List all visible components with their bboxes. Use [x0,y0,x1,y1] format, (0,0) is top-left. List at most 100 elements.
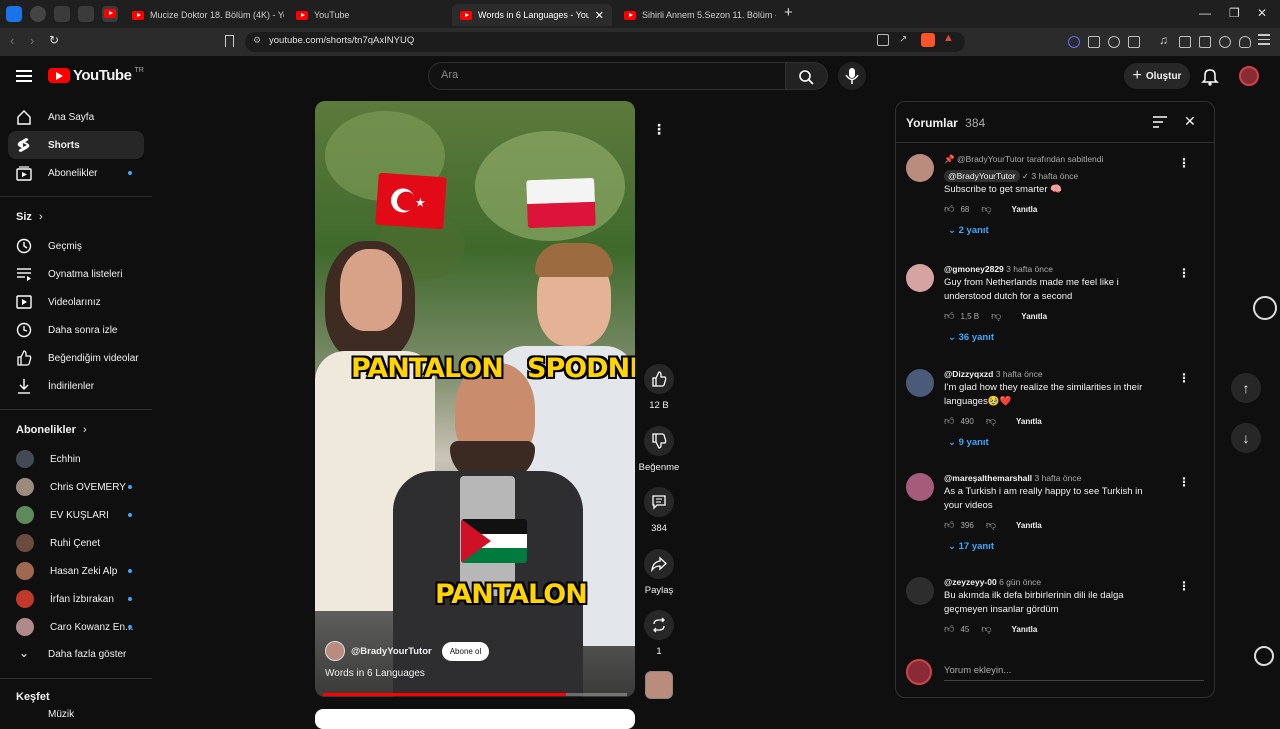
commenter-avatar[interactable] [906,473,934,501]
sidebar-item-history[interactable]: Geçmiş [8,232,144,260]
minimize-icon[interactable]: — [1199,6,1211,20]
url-field[interactable]: ⚙ youtube.com/shorts/tn7qAxINYUQ ↗ ▲ [245,32,965,52]
reply-button[interactable]: Yanıtla [1012,205,1038,214]
reply-button[interactable]: Yanıtla [1021,312,1047,321]
subscribe-button[interactable]: Abone ol [441,641,490,661]
comment-menu-button[interactable]: ⋮ [1178,579,1190,593]
pinned-youtube-tab-icon[interactable] [102,6,118,22]
media-icon[interactable]: ♫ [1159,33,1168,47]
previous-short-button[interactable]: ↑ [1231,373,1261,403]
sidebar-item-shorts[interactable]: Shorts [8,131,144,159]
youtube-logo[interactable]: YouTube TR [48,67,144,84]
view-replies-button[interactable]: ⌄ 36 yanıt [948,332,994,343]
sidebar-subscription-item[interactable]: Chris OVEMERY [8,473,144,501]
sidebar-show-more[interactable]: ⌄ Daha fazla göster [8,640,144,668]
commenter-avatar[interactable] [906,577,934,605]
comment-menu-button[interactable]: ⋮ [1178,156,1190,170]
sidebar-toggle-icon[interactable] [1179,36,1191,48]
pinned-tab-icon[interactable] [54,6,70,22]
sidebar-subscription-item[interactable]: EV KUŞLARI [8,501,144,529]
more-options-button[interactable]: ⋮ [644,114,674,144]
close-comments-icon[interactable]: ✕ [1184,113,1196,130]
brave-shields-icon[interactable] [921,33,935,47]
comment-author[interactable]: @BradyYourTutor [944,170,1020,182]
thumbs-down-icon[interactable]: 👎︎ [986,415,996,427]
notifications-button[interactable] [1200,66,1220,86]
bookmark-icon[interactable] [225,35,234,47]
channel-avatar[interactable] [325,641,345,661]
short-video-player[interactable]: ★ PANTALON SPODNIE PANTALON @BradyYourTu… [315,101,635,697]
remix-button[interactable] [644,610,674,640]
sidebar-subscription-item[interactable]: Echhin [8,445,144,473]
commenter-avatar[interactable] [906,264,934,292]
view-replies-button[interactable]: ⌄ 9 yanıt [948,437,989,448]
view-replies-button[interactable]: ⌄ 2 yanıt [948,225,989,236]
forward-icon[interactable]: › [30,33,34,48]
maximize-icon[interactable]: ❐ [1229,6,1240,20]
reload-icon[interactable]: ↻ [49,33,59,47]
share-icon[interactable]: ↗ [899,34,907,45]
sidebar-item-subscriptions[interactable]: Abonelikler [8,159,144,187]
account-avatar[interactable] [1239,66,1259,86]
thumbs-down-icon[interactable]: 👎︎ [981,203,991,215]
browser-tab[interactable]: YouTube [288,4,448,26]
comment-author[interactable]: @Dizzyqxzd [944,369,993,379]
subscriptions-section-heading[interactable]: Abonelikler › [16,424,87,436]
add-comment-input[interactable]: Yorum ekleyin... [944,665,1204,681]
pinned-tab-icon[interactable] [78,6,94,22]
share-button[interactable] [644,549,674,579]
guide-menu-icon[interactable] [16,68,32,84]
comment-time[interactable]: 3 hafta önce [996,369,1043,379]
shield-icon[interactable] [1239,36,1251,48]
channel-name[interactable]: @BradyYourTutor [351,646,432,657]
rewards-icon[interactable]: ▲ [943,32,954,44]
search-input[interactable]: Ara [428,62,786,90]
browser-app-icon[interactable] [6,6,22,22]
comment-author[interactable]: @zeyzeyy-00 [944,577,997,587]
next-short-button[interactable]: ↓ [1231,423,1261,453]
thumbs-down-icon[interactable]: 👎︎ [986,519,996,531]
close-tab-icon[interactable]: ✕ [595,9,604,22]
comment-menu-button[interactable]: ⋮ [1178,475,1190,489]
sidebar-item-liked-videos[interactable]: Beğendiğim videolar [8,344,144,372]
close-window-icon[interactable]: ✕ [1257,6,1267,20]
browser-tab[interactable]: Mucize Doktor 18. Bölüm (4K) - YouT [124,4,284,26]
sidebar-subscription-item[interactable]: Caro Kowanz En... [8,613,144,641]
comment-time[interactable]: 3 hafta önce [1006,264,1053,274]
thumbs-down-icon[interactable]: 👎︎ [981,623,991,635]
extension-icon[interactable] [1068,36,1080,48]
reply-button[interactable]: Yanıtla [1012,625,1038,634]
thumbs-up-icon[interactable]: 👍︎ [944,310,954,322]
sidebar-item-home[interactable]: Ana Sayfa [8,103,144,131]
thumbs-up-icon[interactable]: 👍︎ [944,203,954,215]
sound-thumbnail[interactable] [645,671,673,699]
browser-menu-icon[interactable] [1258,34,1270,45]
sidebar-item-watch-later[interactable]: Daha sonra izle [8,316,144,344]
install-app-icon[interactable] [877,34,889,46]
sidebar-item-music[interactable]: Müzik [8,709,144,725]
browser-tab-active[interactable]: Words in 6 Languages - YouT ✕ [452,4,612,26]
reply-button[interactable]: Yanıtla [1016,521,1042,530]
site-info-icon[interactable]: ⚙ [253,35,261,46]
comment-time[interactable]: 3 hafta önce [1035,473,1082,483]
create-button[interactable]: + Oluştur [1124,63,1190,89]
comment-time[interactable]: 3 hafta önce [1031,171,1078,181]
vpn-icon[interactable] [1219,36,1231,48]
sidebar-subscription-item[interactable]: Ruhi Çenet [8,529,144,557]
thumbs-up-icon[interactable]: 👍︎ [944,623,954,635]
new-tab-icon[interactable]: + [784,4,793,21]
zoom-lens-icon[interactable] [1254,646,1274,666]
comment-menu-button[interactable]: ⋮ [1178,371,1190,385]
extensions-puzzle-icon[interactable] [1108,36,1120,48]
you-section-heading[interactable]: Siz › [16,211,43,223]
back-icon[interactable]: ‹ [10,33,14,48]
comments-button[interactable] [644,487,674,517]
thumbs-down-icon[interactable]: 👎︎ [991,310,1001,322]
sidebar-item-playlists[interactable]: Oynatma listeleri [8,260,144,288]
sidebar-subscription-item[interactable]: İrfan İzbırakan [8,585,144,613]
short-title[interactable]: Words in 6 Languages [325,668,425,679]
search-button[interactable] [786,62,828,90]
commenter-avatar[interactable] [906,154,934,182]
wallet-icon[interactable] [1199,36,1211,48]
thumbs-up-icon[interactable]: 👍︎ [944,519,954,531]
